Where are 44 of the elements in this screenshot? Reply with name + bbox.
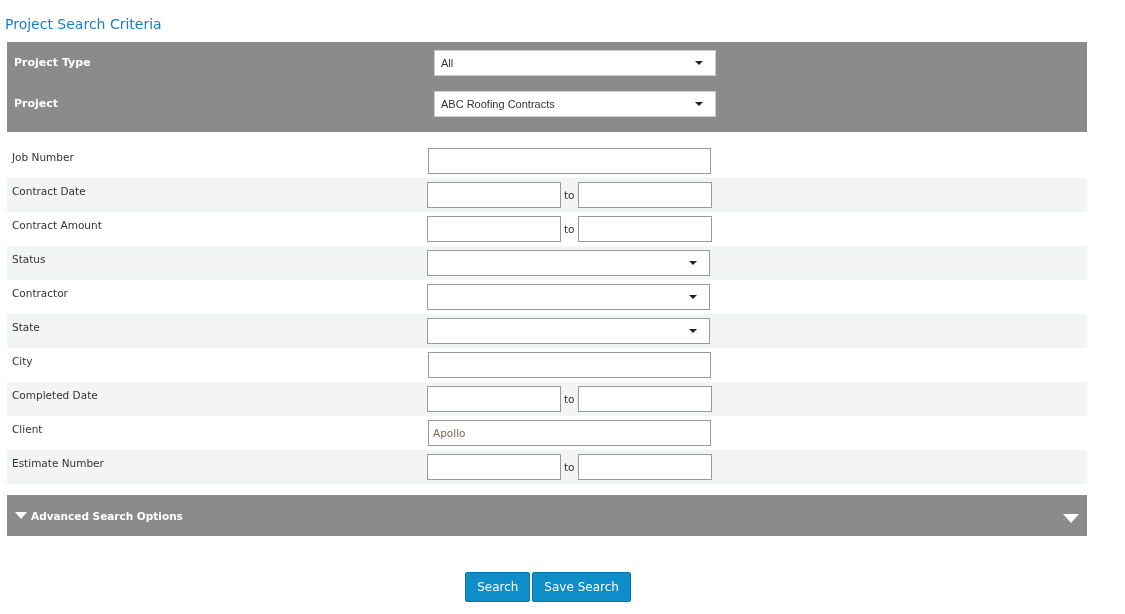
triangle-down-icon: [15, 512, 27, 519]
range-separator: to: [564, 189, 575, 201]
caret-icon: [689, 261, 697, 265]
search-button[interactable]: Save Search: [532, 572, 631, 602]
field-label: Project Type: [13, 56, 92, 69]
page-title: Project Search Criteria: [5, 15, 163, 34]
field-label: Client: [11, 422, 44, 435]
triangle-down-icon: [1063, 514, 1079, 523]
field-label: Job Number: [10, 150, 75, 163]
range-start-field[interactable]: [427, 454, 561, 480]
range-end-field[interactable]: [577, 454, 712, 480]
range-end-field[interactable]: [577, 216, 712, 242]
field-label: Project: [13, 97, 60, 110]
field-label: Completed Date: [11, 388, 99, 401]
range-start-field[interactable]: [427, 386, 561, 412]
text-field[interactable]: [428, 148, 711, 174]
caret-icon: [695, 102, 703, 106]
dropdown[interactable]: [427, 250, 710, 276]
text-field[interactable]: Apollo: [428, 420, 711, 446]
field-label: Status: [11, 252, 47, 265]
range-separator: to: [564, 461, 575, 473]
caret-icon: [695, 61, 703, 65]
dropdown[interactable]: All: [434, 50, 716, 76]
search-button[interactable]: Search: [465, 572, 531, 602]
field-label: State: [11, 320, 41, 333]
advanced-options-label: Advanced Search Options: [15, 509, 183, 522]
dropdown[interactable]: ABC Roofing Contracts: [434, 91, 716, 117]
field-label: Contract Date: [11, 184, 87, 197]
range-start-field[interactable]: [427, 216, 561, 242]
advanced-options-bar[interactable]: Advanced Search Options: [7, 495, 1087, 536]
field-label: Contract Amount: [11, 218, 103, 231]
range-end-field[interactable]: [577, 182, 712, 208]
range-end-field[interactable]: [577, 386, 712, 412]
field-label: City: [11, 354, 34, 367]
caret-icon: [689, 295, 697, 299]
dropdown[interactable]: [427, 318, 710, 344]
caret-icon: [689, 329, 697, 333]
range-separator: to: [564, 393, 575, 405]
field-label: Contractor: [11, 286, 69, 299]
field-label: Estimate Number: [11, 456, 105, 469]
range-separator: to: [564, 223, 575, 235]
dropdown[interactable]: [427, 284, 710, 310]
text-field[interactable]: [428, 352, 711, 378]
range-start-field[interactable]: [427, 182, 561, 208]
